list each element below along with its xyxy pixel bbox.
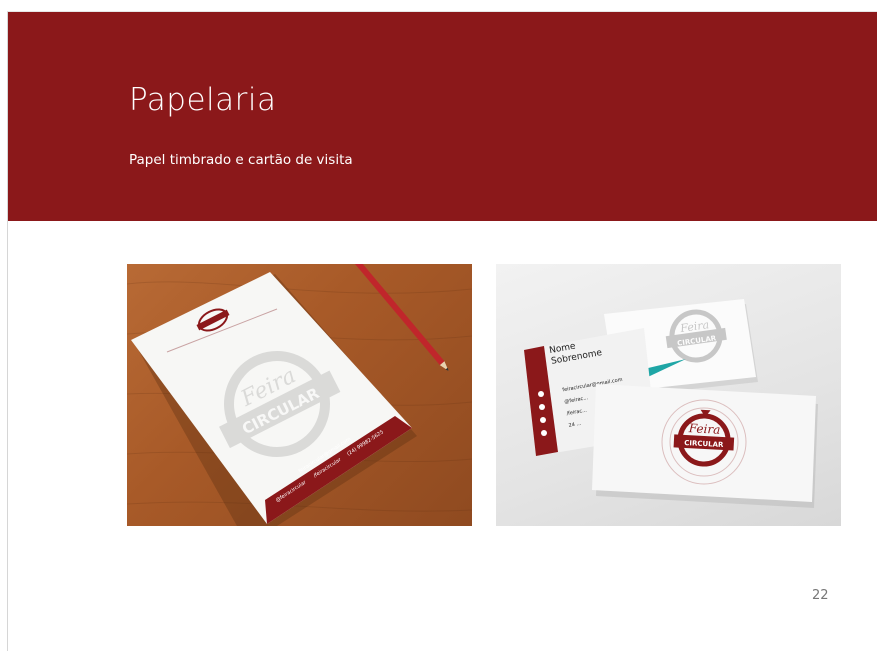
pencil	[355, 264, 449, 371]
facebook-icon	[540, 417, 546, 423]
email-icon	[538, 391, 544, 397]
card-front-logo-top: Feira	[687, 421, 720, 437]
slide-subtitle: Papel timbrado e cartão de visita	[129, 152, 353, 168]
whatsapp-icon	[541, 430, 547, 436]
card-front-logo: Feira CIRCULAR	[592, 384, 818, 508]
slide-title: Papelaria	[129, 82, 277, 118]
instagram-icon	[539, 404, 545, 410]
letterhead-photo: Feira CIRCULAR feiracircular@gmail.com @…	[127, 264, 472, 526]
business-card-photo: Feira CIRCULAR Nome Sobrenome feiracircu…	[496, 264, 841, 526]
page-number: 22	[812, 588, 829, 603]
